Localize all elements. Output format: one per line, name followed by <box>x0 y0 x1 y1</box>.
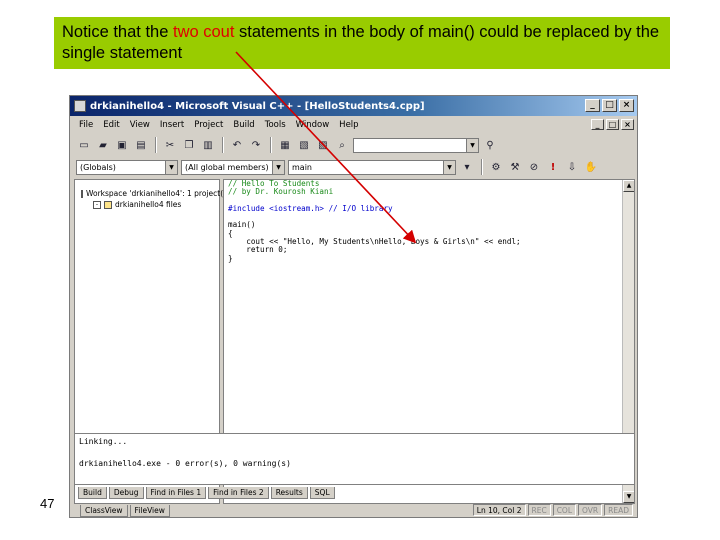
close-button[interactable]: × <box>619 99 634 112</box>
status-rec: REC <box>527 504 551 516</box>
find-icon[interactable]: ⚲ <box>482 137 498 153</box>
source-code[interactable]: // Hello To Students// by Dr. Kourosh Ki… <box>224 180 634 263</box>
menu-tools[interactable]: Tools <box>260 120 291 130</box>
window-title: drkianihello4 - Microsoft Visual C++ - [… <box>90 100 425 112</box>
new-file-icon[interactable]: ▭ <box>76 137 92 153</box>
output-line: drkianihello4.exe - 0 error(s), 0 warnin… <box>79 459 291 468</box>
compile-icon[interactable]: ⚙ <box>488 159 504 175</box>
menu-file[interactable]: File <box>74 120 98 130</box>
menu-view[interactable]: View <box>125 120 155 130</box>
save-all-icon[interactable]: ▤ <box>133 137 149 153</box>
workspace-root[interactable]: Workspace 'drkianihello4': 1 project(s) <box>81 188 230 199</box>
open-folder-icon[interactable]: ▰ <box>95 137 111 153</box>
chevron-down-icon[interactable]: ▼ <box>466 138 478 152</box>
note-text-pre: Notice that the <box>62 23 173 41</box>
menu-project[interactable]: Project <box>189 120 228 130</box>
title-bar[interactable]: drkianihello4 - Microsoft Visual C++ - [… <box>70 96 637 116</box>
go-icon[interactable]: ⇩ <box>564 159 580 175</box>
expand-icon[interactable]: - <box>93 200 101 209</box>
tab-debug[interactable]: Debug <box>108 487 144 499</box>
slide-number: 47 <box>40 496 55 511</box>
tab-build[interactable]: Build <box>78 487 107 499</box>
function-combo[interactable]: main ▼ <box>288 159 456 175</box>
output-line: Linking... <box>79 437 128 446</box>
app-icon <box>74 100 86 112</box>
output-window-icon[interactable]: ▧ <box>296 137 312 153</box>
doc-close-button[interactable]: × <box>621 119 634 130</box>
project-files-node[interactable]: - drkianihello4 files <box>81 199 219 210</box>
doc-minimize-button[interactable]: _ <box>591 119 604 130</box>
workspace-icon <box>81 189 83 198</box>
output-text: Linking... drkianihello4.exe - 0 error(s… <box>75 434 634 471</box>
paste-icon[interactable]: ▥ <box>200 137 216 153</box>
note-highlight: two cout <box>172 23 235 41</box>
output-tabs: Build Debug Find in Files 1 Find in File… <box>74 486 635 500</box>
status-bar: Ln 10, Col 2 REC COL OVR READ <box>70 503 637 517</box>
annotation-note: Notice that the two cout statements in t… <box>54 17 670 69</box>
standard-toolbar: ▭ ▰ ▣ ▤ ✂ ❐ ▥ ↶ ↷ ▦ ▧ ▨ ⌕ ▼ ⚲ <box>70 134 637 156</box>
tab-results[interactable]: Results <box>270 487 308 499</box>
code-line[interactable]: main() <box>228 221 634 230</box>
status-read: READ <box>604 504 633 516</box>
code-line[interactable]: cout << "Hello, My Students\nHello, Boys… <box>228 237 634 246</box>
tab-sql[interactable]: SQL <box>309 487 335 499</box>
code-line[interactable]: #include <iostream.h> // I/O library <box>228 204 634 213</box>
members-combo[interactable]: (All global members) ▼ <box>181 159 285 175</box>
stop-build-icon[interactable]: ⊘ <box>526 159 542 175</box>
menu-insert[interactable]: Insert <box>155 120 189 130</box>
tab-find-in-files-2[interactable]: Find in Files 2 <box>208 487 269 499</box>
wizard-toolbar: (Globals) ▼ (All global members) ▼ main … <box>70 156 637 178</box>
class-combo[interactable]: (Globals) ▼ <box>76 159 178 175</box>
output-pane[interactable]: Linking... drkianihello4.exe - 0 error(s… <box>74 433 635 485</box>
chevron-down-icon[interactable]: ▼ <box>443 160 455 174</box>
status-ovr: OVR <box>578 504 603 516</box>
scroll-up-icon[interactable]: ▲ <box>623 180 634 192</box>
code-line[interactable] <box>228 213 634 221</box>
redo-icon[interactable]: ↷ <box>248 137 264 153</box>
doc-restore-button[interactable]: □ <box>606 119 619 130</box>
menu-build[interactable]: Build <box>228 120 259 130</box>
toolbar-separator <box>481 159 482 175</box>
menu-edit[interactable]: Edit <box>98 120 124 130</box>
minimize-button[interactable]: _ <box>585 99 600 112</box>
wizard-action-icon[interactable]: ▾ <box>459 159 475 175</box>
project-files-label: drkianihello4 files <box>115 200 182 209</box>
chevron-down-icon[interactable]: ▼ <box>165 160 177 174</box>
execute-icon[interactable]: ! <box>545 159 561 175</box>
build-icon[interactable]: ⚒ <box>507 159 523 175</box>
workspace-root-label: Workspace 'drkianihello4': 1 project(s) <box>86 189 230 198</box>
cursor-position: Ln 10, Col 2 <box>472 504 526 516</box>
find-combo[interactable]: ▼ <box>353 137 479 153</box>
workspace-tree: Workspace 'drkianihello4': 1 project(s) … <box>75 180 230 210</box>
toolbar-separator <box>155 137 156 153</box>
status-col: COL <box>552 504 577 516</box>
code-line[interactable]: } <box>228 254 634 263</box>
window-list-icon[interactable]: ▨ <box>315 137 331 153</box>
menu-bar: File Edit View Insert Project Build Tool… <box>70 117 637 133</box>
toolbar-separator <box>222 137 223 153</box>
function-combo-value: main <box>292 162 312 172</box>
code-line[interactable]: // by Dr. Kourosh Kiani <box>228 187 634 196</box>
find-in-files-icon[interactable]: ⌕ <box>334 137 350 153</box>
class-combo-value: (Globals) <box>80 162 116 172</box>
menu-window[interactable]: Window <box>291 120 335 130</box>
cut-icon[interactable]: ✂ <box>162 137 178 153</box>
toolbar-separator <box>270 137 271 153</box>
copy-icon[interactable]: ❐ <box>181 137 197 153</box>
members-combo-value: (All global members) <box>185 162 269 172</box>
ide-window: drkianihello4 - Microsoft Visual C++ - [… <box>69 95 638 518</box>
maximize-button[interactable]: □ <box>602 99 617 112</box>
chevron-down-icon[interactable]: ▼ <box>272 160 284 174</box>
undo-icon[interactable]: ↶ <box>229 137 245 153</box>
menu-help[interactable]: Help <box>334 120 363 130</box>
window-controls: _ □ × <box>585 99 634 112</box>
folder-icon <box>104 200 112 209</box>
tab-find-in-files-1[interactable]: Find in Files 1 <box>145 487 207 499</box>
save-icon[interactable]: ▣ <box>114 137 130 153</box>
code-line[interactable]: return 0; <box>228 246 634 255</box>
document-controls: _ □ × <box>591 119 634 130</box>
breakpoint-icon[interactable]: ✋ <box>583 159 599 175</box>
workspace-icon[interactable]: ▦ <box>277 137 293 153</box>
